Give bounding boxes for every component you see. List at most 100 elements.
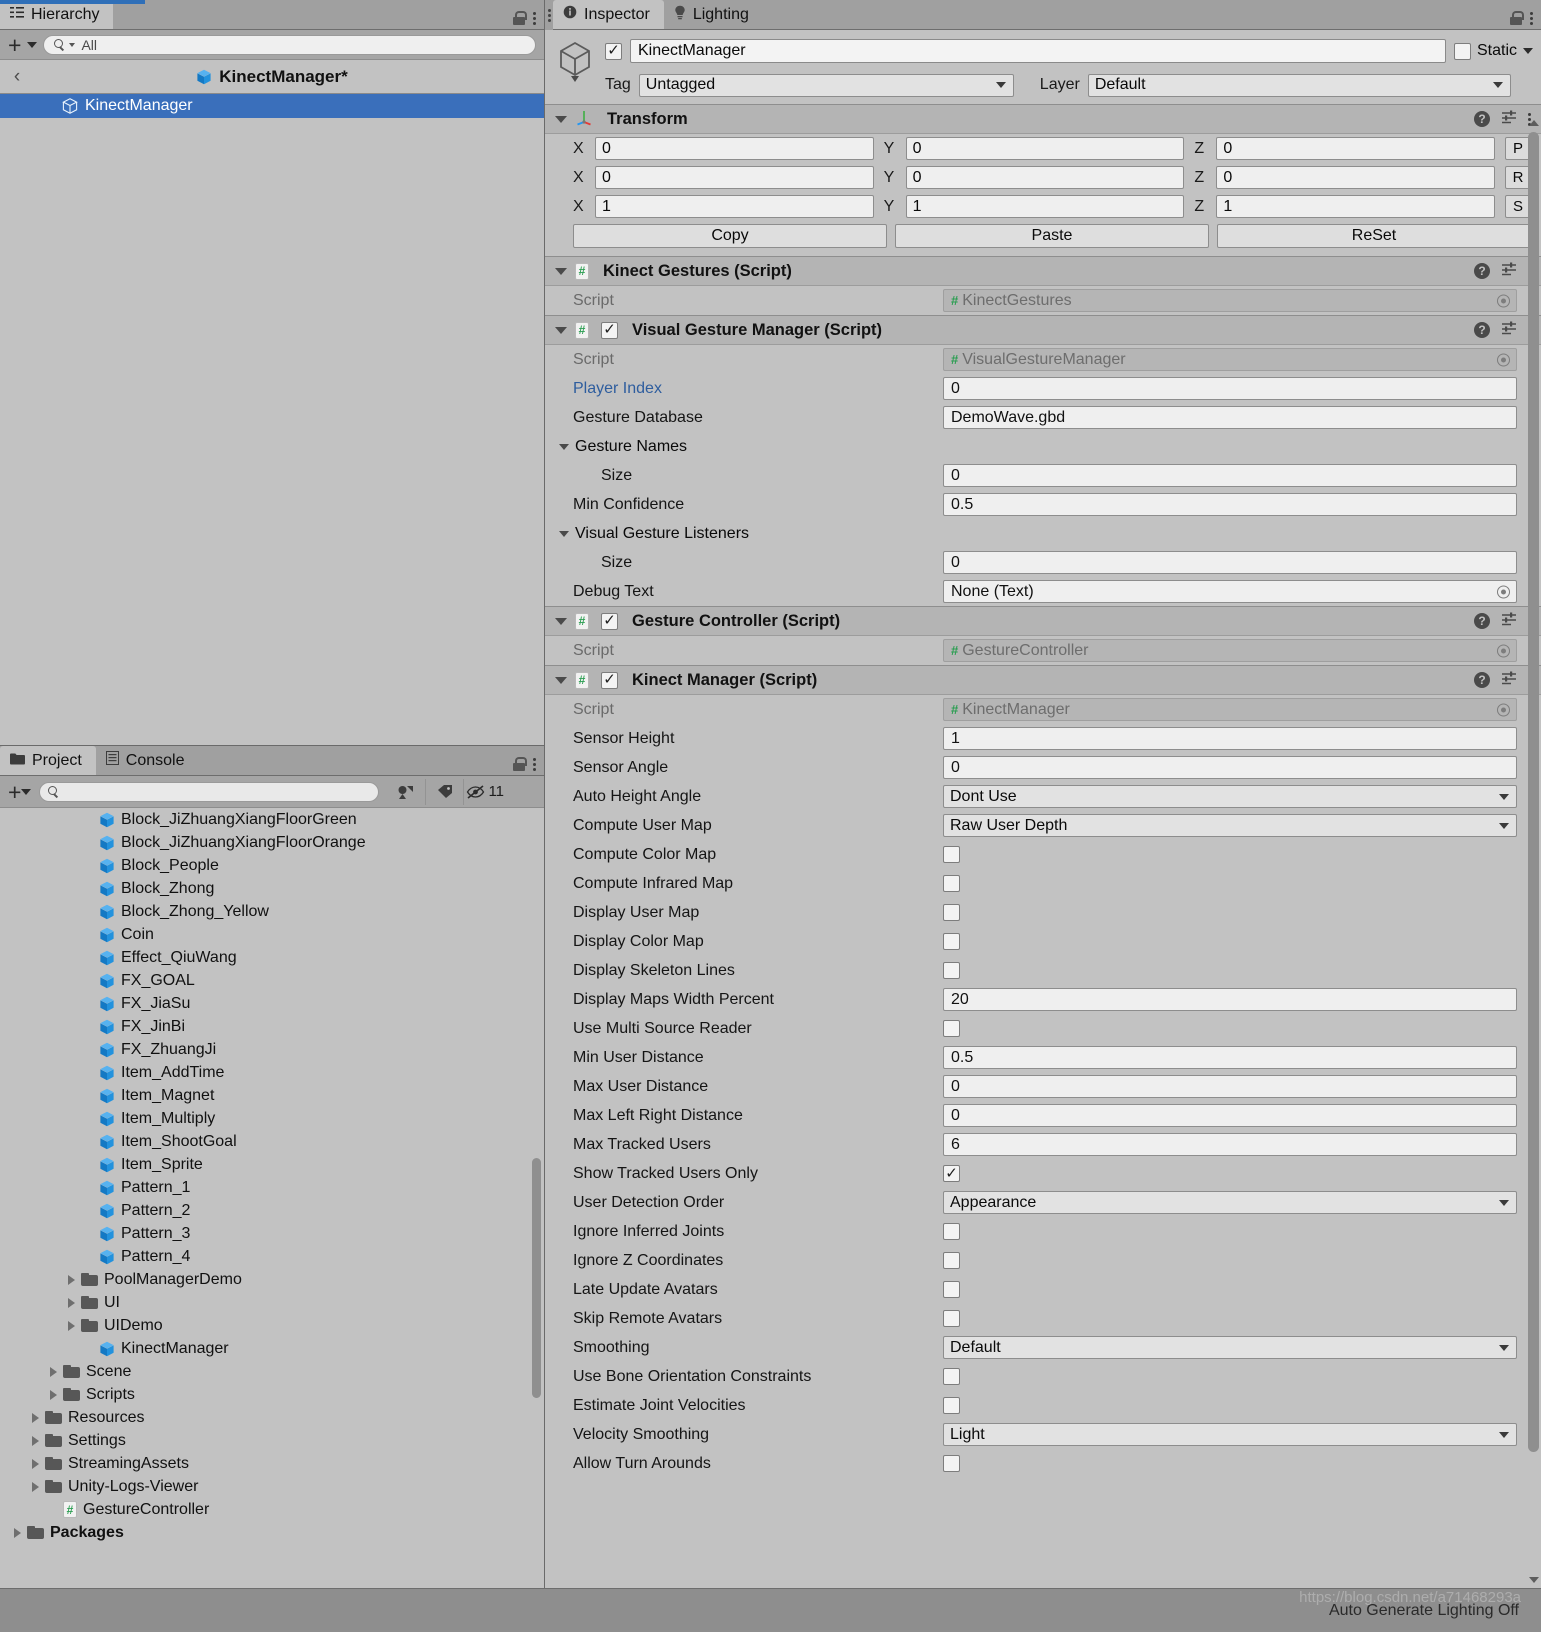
inspector-menu-icon[interactable] xyxy=(1530,11,1533,25)
project-tree-row[interactable]: Block_Zhong_Yellow xyxy=(0,900,544,923)
project-tree-row[interactable]: # GestureController xyxy=(0,1498,544,1521)
hierarchy-search-input[interactable]: All xyxy=(43,34,536,55)
object-picker-icon[interactable] xyxy=(1497,353,1510,366)
property-checkbox[interactable] xyxy=(943,875,960,892)
property-checkbox[interactable] xyxy=(943,1020,960,1037)
property-dropdown[interactable]: Raw User Depth xyxy=(943,814,1517,837)
transform-field[interactable]: 0 xyxy=(595,137,874,160)
property-checkbox[interactable] xyxy=(943,1368,960,1385)
gameobject-enabled-checkbox[interactable] xyxy=(605,42,622,60)
transform-field[interactable]: 0 xyxy=(905,137,1185,160)
property-checkbox[interactable] xyxy=(943,1223,960,1240)
transform-field[interactable]: 1 xyxy=(905,195,1185,218)
project-tree-row[interactable]: Scene xyxy=(0,1360,544,1383)
transform-paste-button[interactable]: Paste xyxy=(895,223,1209,248)
inspector-scrollbar[interactable] xyxy=(1528,132,1539,1452)
tag-dropdown[interactable]: Untagged xyxy=(638,73,1014,97)
transform-copy-button[interactable]: Copy xyxy=(573,223,887,248)
project-tree-row[interactable]: KinectManager xyxy=(0,1337,544,1360)
hierarchy-row-kinectmanager[interactable]: KinectManager xyxy=(0,94,544,118)
static-checkbox[interactable] xyxy=(1453,42,1471,60)
object-picker-icon[interactable] xyxy=(1497,294,1510,307)
lock-icon[interactable] xyxy=(513,757,527,771)
project-search-input[interactable] xyxy=(39,781,380,802)
property-checkbox[interactable] xyxy=(943,962,960,979)
component-header-kinect-gestures[interactable]: # Kinect Gestures (Script)? xyxy=(545,256,1541,286)
property-input[interactable]: 6 xyxy=(943,1133,1517,1156)
help-icon[interactable]: ? xyxy=(1474,263,1490,279)
tab-lighting[interactable]: Lighting xyxy=(664,0,763,29)
property-object-field[interactable]: None (Text) xyxy=(943,580,1517,603)
help-icon[interactable]: ? xyxy=(1474,613,1490,629)
transform-field[interactable]: 0 xyxy=(595,166,874,189)
filter-by-type-icon[interactable] xyxy=(387,779,425,805)
transform-field[interactable]: 0 xyxy=(1216,166,1496,189)
object-picker-icon[interactable] xyxy=(1497,703,1510,716)
component-foldout-icon[interactable] xyxy=(555,115,567,123)
property-object-field[interactable]: # KinectGestures xyxy=(943,289,1517,312)
project-tree-row[interactable]: Effect_QiuWang xyxy=(0,946,544,969)
project-tree-row[interactable]: FX_ZhuangJi xyxy=(0,1038,544,1061)
project-tree-row[interactable]: Unity-Logs-Viewer xyxy=(0,1475,544,1498)
project-tree-row[interactable]: Block_JiZhuangXiangFloorOrange xyxy=(0,831,544,854)
layer-dropdown[interactable]: Default xyxy=(1087,73,1511,97)
property-checkbox[interactable] xyxy=(943,1281,960,1298)
property-foldout[interactable]: Gesture Names xyxy=(545,432,1541,461)
component-header-transform[interactable]: Transform? xyxy=(545,104,1541,134)
project-tree-row[interactable]: FX_JinBi xyxy=(0,1015,544,1038)
tab-inspector[interactable]: Inspector xyxy=(553,0,664,29)
component-header-gesture-controller[interactable]: # Gesture Controller (Script)? xyxy=(545,606,1541,636)
hierarchy-menu-icon[interactable] xyxy=(533,11,536,25)
tab-project[interactable]: Project xyxy=(0,746,96,775)
property-dropdown[interactable]: Default xyxy=(943,1336,1517,1359)
transform-reset-button[interactable]: ReSet xyxy=(1217,223,1531,248)
property-checkbox[interactable] xyxy=(943,1252,960,1269)
preset-icon[interactable] xyxy=(1501,109,1517,130)
project-tree-row[interactable]: UIDemo xyxy=(0,1314,544,1337)
component-header-kinect-manager[interactable]: # Kinect Manager (Script)? xyxy=(545,665,1541,695)
project-tree-row[interactable]: Resources xyxy=(0,1406,544,1429)
property-foldout[interactable]: Visual Gesture Listeners xyxy=(545,519,1541,548)
disclosure-triangle-icon[interactable] xyxy=(32,1458,39,1469)
project-tree-row[interactable]: PoolManagerDemo xyxy=(0,1268,544,1291)
property-input[interactable]: 20 xyxy=(943,988,1517,1011)
project-tree-row[interactable]: Item_ShootGoal xyxy=(0,1130,544,1153)
inspector-scroll-down-arrow[interactable] xyxy=(1528,1573,1539,1586)
lock-icon[interactable] xyxy=(513,11,527,25)
property-object-field[interactable]: # VisualGestureManager xyxy=(943,348,1517,371)
property-checkbox[interactable] xyxy=(943,1455,960,1472)
tab-console[interactable]: Console xyxy=(96,746,199,775)
project-tree-row[interactable]: FX_GOAL xyxy=(0,969,544,992)
project-tree-row[interactable]: Item_AddTime xyxy=(0,1061,544,1084)
property-input[interactable]: 0.5 xyxy=(943,1046,1517,1069)
project-tree-row[interactable]: Block_People xyxy=(0,854,544,877)
disclosure-triangle-icon[interactable] xyxy=(32,1412,39,1423)
preset-icon[interactable] xyxy=(1501,320,1517,341)
tab-hierarchy[interactable]: Hierarchy xyxy=(0,0,114,29)
help-icon[interactable]: ? xyxy=(1474,672,1490,688)
project-tree-row[interactable]: Settings xyxy=(0,1429,544,1452)
project-tree-row[interactable]: Coin xyxy=(0,923,544,946)
add-object-button[interactable]: + xyxy=(8,33,21,56)
gameobject-name-input[interactable]: KinectManager xyxy=(630,39,1446,63)
property-input[interactable]: 0 xyxy=(943,756,1517,779)
preset-icon[interactable] xyxy=(1501,670,1517,691)
property-dropdown[interactable]: Dont Use xyxy=(943,785,1517,808)
disclosure-triangle-icon[interactable] xyxy=(50,1366,57,1377)
component-foldout-icon[interactable] xyxy=(555,617,567,625)
property-checkbox[interactable] xyxy=(943,933,960,950)
project-tree-row[interactable]: Item_Magnet xyxy=(0,1084,544,1107)
property-input[interactable]: DemoWave.gbd xyxy=(943,406,1517,429)
disclosure-triangle-icon[interactable] xyxy=(50,1389,57,1400)
component-foldout-icon[interactable] xyxy=(555,326,567,334)
property-dropdown[interactable]: Appearance xyxy=(943,1191,1517,1214)
disclosure-triangle-icon[interactable] xyxy=(32,1481,39,1492)
object-picker-icon[interactable] xyxy=(1497,644,1510,657)
component-enabled-checkbox[interactable] xyxy=(601,612,618,630)
transform-field[interactable]: 1 xyxy=(595,195,874,218)
inspector-scroll-up-arrow[interactable] xyxy=(1528,116,1539,129)
property-input[interactable]: 1 xyxy=(943,727,1517,750)
property-input[interactable]: 0 xyxy=(943,551,1517,574)
property-checkbox[interactable] xyxy=(943,1397,960,1414)
preset-icon[interactable] xyxy=(1501,261,1517,282)
